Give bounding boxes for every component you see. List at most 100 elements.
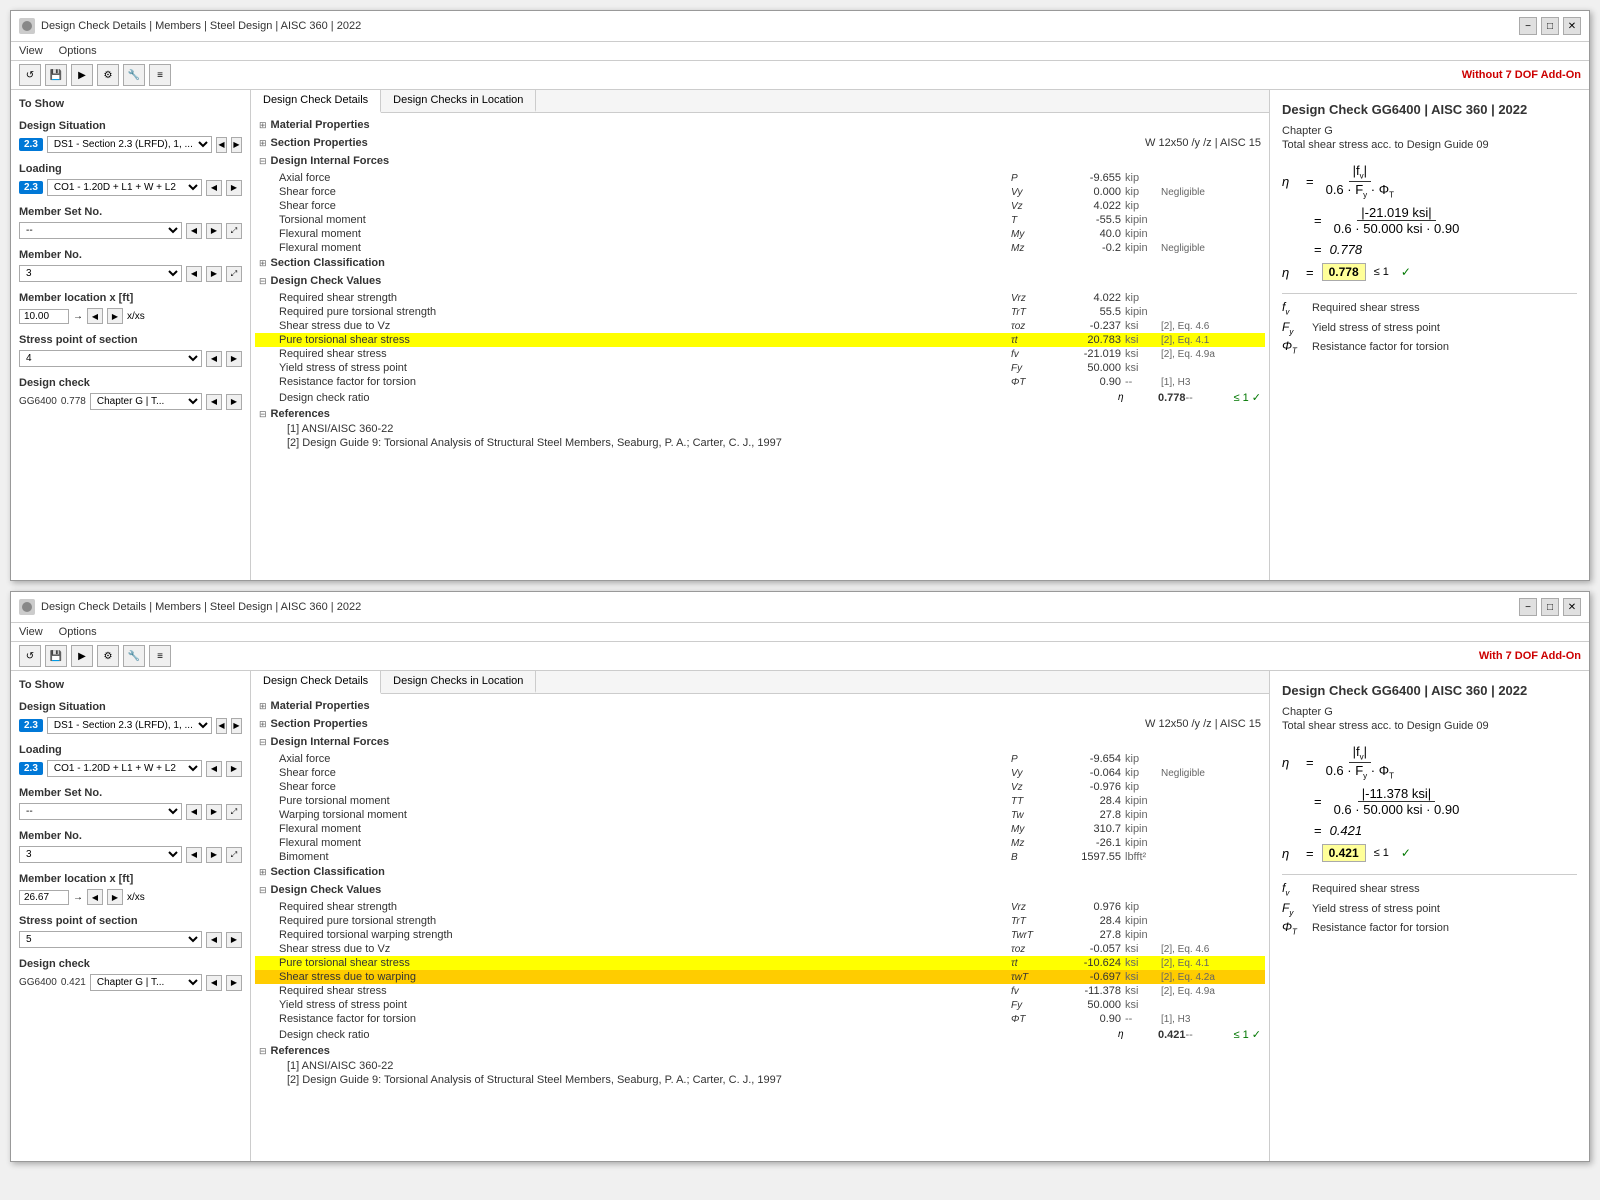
design-check-values-header[interactable]: ⊟ Design Check Values (255, 882, 1265, 898)
loading-dropdown[interactable]: CO1 - 1.20D + L1 + W + L2 (47, 760, 202, 777)
member-no-dropdown[interactable]: 3 (19, 846, 182, 863)
dc-nav-next[interactable]: ▶ (226, 394, 242, 410)
section-props-header[interactable]: ⊞ Section Properties W 12x50 /y /z | AIS… (255, 716, 1265, 732)
design-check-chapter-dropdown[interactable]: Chapter G | T... (90, 393, 202, 410)
close-button[interactable]: ✕ (1563, 17, 1581, 35)
member-no-dropdown[interactable]: 3 (19, 265, 182, 282)
design-forces-header[interactable]: ⊟ Design Internal Forces (255, 734, 1265, 750)
member-set-nav-extra[interactable]: ⤢ (226, 223, 242, 239)
member-loc-input[interactable] (19, 890, 69, 905)
stress-point-nav-next[interactable]: ▶ (226, 351, 242, 367)
member-no-nav-next[interactable]: ▶ (206, 847, 222, 863)
toolbar-btn-5[interactable]: 🔧 (123, 645, 145, 667)
toolbar-btn-3[interactable]: ▶ (71, 645, 93, 667)
section-class-header[interactable]: ⊞ Section Classification (255, 864, 1265, 880)
stress-point-nav-prev[interactable]: ◀ (206, 932, 222, 948)
member-loc-nav-next[interactable]: ▶ (107, 308, 123, 324)
design-check-chapter-dropdown[interactable]: Chapter G | T... (90, 974, 202, 991)
stress-point-dropdown[interactable]: 5 (19, 931, 202, 948)
force-value-5: 310.7 (1051, 823, 1121, 835)
menu-options[interactable]: Options (59, 45, 97, 57)
check-title: Design Check GG6400 | AISC 360 | 2022 (1282, 683, 1577, 698)
minimize-button[interactable]: − (1519, 17, 1537, 35)
maximize-button[interactable]: □ (1541, 17, 1559, 35)
force-symbol-1: Vy (1011, 187, 1051, 198)
PhiT-legend-text: Resistance factor for torsion (1312, 341, 1449, 353)
tab-design-check-details[interactable]: Design Check Details (251, 671, 381, 694)
member-set-nav-next[interactable]: ▶ (206, 223, 222, 239)
member-no-nav-extra[interactable]: ⤢ (226, 847, 242, 863)
maximize-button[interactable]: □ (1541, 598, 1559, 616)
material-props-header[interactable]: ⊞ Material Properties (255, 698, 1265, 714)
stress-point-nav-prev[interactable]: ◀ (206, 351, 222, 367)
loading-nav-prev[interactable]: ◀ (206, 761, 222, 777)
formula-equals-2: = (1314, 213, 1322, 228)
menu-options[interactable]: Options (59, 626, 97, 638)
close-button[interactable]: ✕ (1563, 598, 1581, 616)
member-set-nav-prev[interactable]: ◀ (186, 804, 202, 820)
member-no-nav-next[interactable]: ▶ (206, 266, 222, 282)
ds-nav-next[interactable]: ▶ (231, 718, 242, 734)
member-set-nav-next[interactable]: ▶ (206, 804, 222, 820)
section-class-header[interactable]: ⊞ Section Classification (255, 255, 1265, 271)
member-set-nav-prev[interactable]: ◀ (186, 223, 202, 239)
tab-design-checks-location[interactable]: Design Checks in Location (381, 90, 536, 112)
tab-design-checks-location[interactable]: Design Checks in Location (381, 671, 536, 693)
stress-point-dropdown[interactable]: 4 (19, 350, 202, 367)
member-no-nav-extra[interactable]: ⤢ (226, 266, 242, 282)
ds-nav-prev[interactable]: ◀ (216, 718, 227, 734)
force-item-4: Warping torsional moment Tw 27.8 kipin (255, 808, 1265, 822)
cv-ref-8: [1], H3 (1161, 1014, 1261, 1025)
toolbar-btn-4[interactable]: ⚙ (97, 64, 119, 86)
dc-nav-next[interactable]: ▶ (226, 975, 242, 991)
loading-dropdown[interactable]: CO1 - 1.20D + L1 + W + L2 (47, 179, 202, 196)
toolbar-btn-1[interactable]: ↺ (19, 645, 41, 667)
addon-link-without[interactable]: Without 7 DOF Add-On (1462, 69, 1581, 81)
addon-link-with[interactable]: With 7 DOF Add-On (1479, 650, 1581, 662)
toolbar-btn-4[interactable]: ⚙ (97, 645, 119, 667)
ds-nav-next[interactable]: ▶ (231, 137, 242, 153)
member-loc-nav-prev[interactable]: ◀ (87, 889, 103, 905)
loading-nav-prev[interactable]: ◀ (206, 180, 222, 196)
member-set-dropdown[interactable]: -- (19, 803, 182, 820)
member-no-nav-prev[interactable]: ◀ (186, 266, 202, 282)
stress-point-nav-next[interactable]: ▶ (226, 932, 242, 948)
toolbar-btn-5[interactable]: 🔧 (123, 64, 145, 86)
material-props-header[interactable]: ⊞ Material Properties (255, 117, 1265, 133)
tab-design-check-details[interactable]: Design Check Details (251, 90, 381, 113)
loading-nav-next[interactable]: ▶ (226, 761, 242, 777)
minimize-button[interactable]: − (1519, 598, 1537, 616)
design-situation-row: 2.3 DS1 - Section 2.3 (LRFD), 1, ... ◀ ▶ (19, 717, 242, 734)
chapter-label: Chapter G (1282, 125, 1577, 137)
member-no-nav-prev[interactable]: ◀ (186, 847, 202, 863)
member-set-dropdown[interactable]: -- (19, 222, 182, 239)
member-set-nav-extra[interactable]: ⤢ (226, 804, 242, 820)
toolbar-btn-1[interactable]: ↺ (19, 64, 41, 86)
member-loc-input[interactable] (19, 309, 69, 324)
ds-dropdown[interactable]: DS1 - Section 2.3 (LRFD), 1, ... (47, 136, 212, 153)
member-loc-nav-next[interactable]: ▶ (107, 889, 123, 905)
toolbar-btn-6[interactable]: ≡ (149, 645, 171, 667)
dc-nav-prev[interactable]: ◀ (206, 975, 222, 991)
design-check-label: Design check (19, 377, 242, 389)
to-show-label: To Show (19, 98, 242, 110)
design-check-values-header[interactable]: ⊟ Design Check Values (255, 273, 1265, 289)
fv-legend-text: Required shear stress (1312, 883, 1420, 895)
dc-nav-prev[interactable]: ◀ (206, 394, 222, 410)
loading-nav-next[interactable]: ▶ (226, 180, 242, 196)
references-header[interactable]: ⊟ References (255, 406, 1265, 422)
references-header[interactable]: ⊟ References (255, 1043, 1265, 1059)
member-loc-nav-prev[interactable]: ◀ (87, 308, 103, 324)
section-props-header[interactable]: ⊞ Section Properties W 12x50 /y /z | AIS… (255, 135, 1265, 151)
toolbar-btn-6[interactable]: ≡ (149, 64, 171, 86)
force-label-2: Shear force (279, 200, 1011, 212)
design-forces-header[interactable]: ⊟ Design Internal Forces (255, 153, 1265, 169)
toolbar-btn-3[interactable]: ▶ (71, 64, 93, 86)
toolbar-btn-2[interactable]: 💾 (45, 64, 67, 86)
ds-dropdown[interactable]: DS1 - Section 2.3 (LRFD), 1, ... (47, 717, 212, 734)
ds-nav-prev[interactable]: ◀ (216, 137, 227, 153)
menu-view[interactable]: View (19, 45, 43, 57)
toolbar-btn-2[interactable]: 💾 (45, 645, 67, 667)
menu-view[interactable]: View (19, 626, 43, 638)
formula-calc-row: = |-21.019 ksi| 0.6 · 50.000 ksi · 0.90 (1282, 205, 1577, 236)
